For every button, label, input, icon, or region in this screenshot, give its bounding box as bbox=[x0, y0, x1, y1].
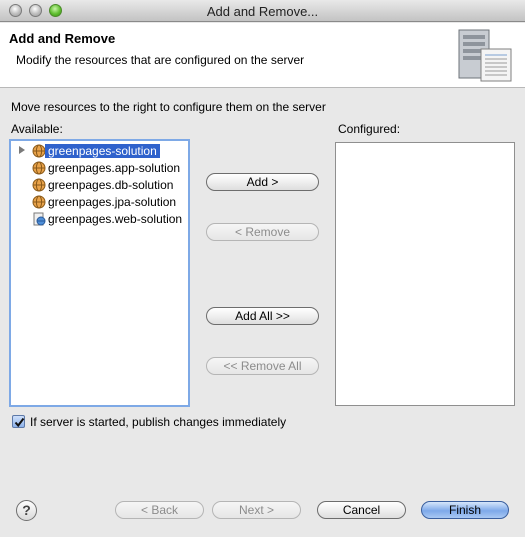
title-bar: Add and Remove... bbox=[0, 0, 525, 22]
add-button[interactable]: Add > bbox=[206, 173, 319, 191]
dialog-description: Modify the resources that are configured… bbox=[16, 53, 305, 67]
item-label: greenpages.app-solution bbox=[48, 161, 181, 175]
globe-icon bbox=[32, 178, 46, 192]
globe-icon bbox=[32, 195, 46, 209]
configured-list[interactable] bbox=[335, 142, 515, 406]
available-label: Available: bbox=[11, 122, 63, 136]
server-illustration-icon bbox=[458, 29, 512, 82]
help-button[interactable]: ? bbox=[16, 500, 37, 521]
dialog-title: Add and Remove bbox=[9, 31, 116, 46]
remove-button[interactable]: < Remove bbox=[206, 223, 319, 241]
item-label: greenpages.web-solution bbox=[48, 212, 183, 226]
web-project-icon bbox=[33, 212, 46, 226]
remove-all-button[interactable]: << Remove All bbox=[206, 357, 319, 375]
globe-icon bbox=[32, 144, 46, 158]
list-item[interactable]: greenpages-solution bbox=[11, 143, 188, 160]
item-label: greenpages.db-solution bbox=[48, 178, 174, 192]
item-label: greenpages.jpa-solution bbox=[48, 195, 177, 209]
configured-label: Configured: bbox=[338, 122, 401, 136]
list-item[interactable]: greenpages.jpa-solution bbox=[11, 194, 188, 211]
publish-checkbox-label: If server is started, publish changes im… bbox=[30, 415, 287, 429]
available-list[interactable]: greenpages-solution greenpages.app-solut… bbox=[9, 139, 190, 407]
window-title: Add and Remove... bbox=[206, 4, 319, 19]
item-label: greenpages-solution bbox=[45, 144, 160, 158]
publish-checkbox[interactable] bbox=[12, 415, 25, 428]
back-button[interactable]: < Back bbox=[115, 501, 204, 519]
next-button[interactable]: Next > bbox=[212, 501, 301, 519]
checkmark-icon bbox=[14, 417, 25, 428]
list-item[interactable]: greenpages.db-solution bbox=[11, 177, 188, 194]
add-all-button[interactable]: Add All >> bbox=[206, 307, 319, 325]
instruction-text: Move resources to the right to configure… bbox=[11, 100, 326, 114]
globe-icon bbox=[32, 161, 46, 175]
expand-arrow-icon[interactable] bbox=[19, 146, 25, 154]
list-item[interactable]: greenpages.web-solution bbox=[11, 211, 188, 228]
finish-button[interactable]: Finish bbox=[421, 501, 509, 519]
list-item[interactable]: greenpages.app-solution bbox=[11, 160, 188, 177]
dialog-header: Add and Remove Modify the resources that… bbox=[0, 23, 525, 88]
cancel-button[interactable]: Cancel bbox=[317, 501, 406, 519]
